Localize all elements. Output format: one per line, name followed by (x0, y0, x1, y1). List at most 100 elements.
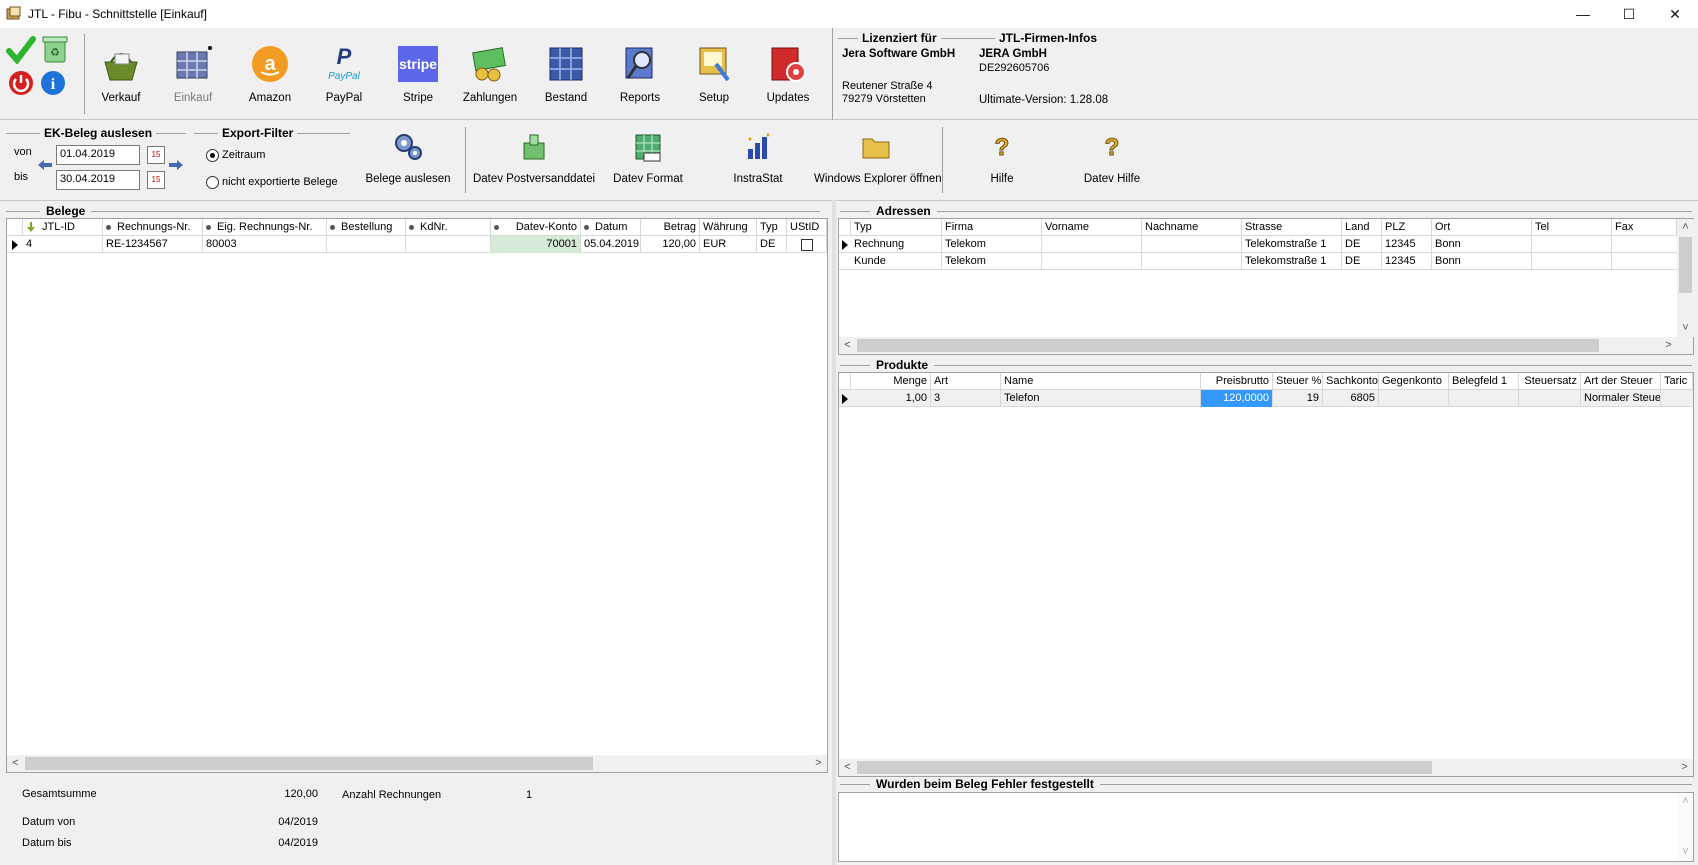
adressen-horizontal-scrollbar[interactable]: < > (839, 337, 1693, 354)
cell-datev-konto[interactable]: 70001 (491, 236, 581, 253)
close-button[interactable]: ✕ (1652, 0, 1698, 28)
windows-explorer-button[interactable]: Windows Explorer öffnen (814, 127, 942, 197)
col-strasse[interactable]: Strasse (1242, 219, 1342, 235)
col-typ[interactable]: Typ (851, 219, 942, 235)
col-nachname[interactable]: Nachname (1142, 219, 1242, 235)
col-steuer[interactable]: Steuer % (1273, 373, 1323, 389)
col-bestellung[interactable]: Bestellung (327, 219, 406, 235)
minimize-button[interactable]: — (1560, 0, 1606, 28)
toolbar-paypal-button[interactable]: P PayPal PayPal (305, 40, 383, 118)
main-toolbar: ♻ i Verkauf Einkauf a Amazon P PayPal Pay… (0, 28, 1698, 120)
table-row[interactable]: Kunde Telekom Telekomstraße 1 DE 12345 B… (839, 253, 1677, 270)
hilfe-button[interactable]: ? Hilfe (956, 127, 1048, 197)
radio-zeitraum[interactable] (206, 149, 219, 162)
scroll-left-icon[interactable]: < (7, 755, 24, 772)
scroll-down-icon[interactable]: ˅ (1677, 844, 1694, 861)
von-date-field[interactable]: 01.04.2019 (56, 145, 140, 165)
col-gegenkonto[interactable]: Gegenkonto (1379, 373, 1449, 389)
col-sachkonto[interactable]: Sachkonto (1323, 373, 1379, 389)
pane-splitter[interactable] (832, 200, 836, 865)
col-fax[interactable]: Fax (1612, 219, 1677, 235)
maximize-button[interactable]: ☐ (1606, 0, 1652, 28)
col-kdnr[interactable]: KdNr. (406, 219, 491, 235)
col-belegfeld[interactable]: Belegfeld 1 (1449, 373, 1519, 389)
belege-auslesen-button[interactable]: Belege auslesen (362, 127, 454, 197)
toolbar-zahlungen-button[interactable]: Zahlungen (451, 40, 529, 118)
col-vorname[interactable]: Vorname (1042, 219, 1142, 235)
firm-tax-id: DE292605706 (979, 62, 1050, 74)
col-menge[interactable]: Menge (851, 373, 931, 389)
fehler-vertical-scrollbar[interactable]: ˄ ˅ (1677, 793, 1693, 861)
scroll-up-icon[interactable]: ˄ (1677, 793, 1694, 810)
toolbar-stripe-button[interactable]: stripe Stripe (379, 40, 457, 118)
col-ort[interactable]: Ort (1432, 219, 1532, 235)
scroll-thumb[interactable] (25, 757, 593, 770)
adressen-vertical-scrollbar[interactable]: ˄ ˅ (1677, 219, 1694, 337)
scroll-right-icon[interactable]: > (1676, 759, 1693, 776)
col-preisbrutto[interactable]: Preisbrutto (1201, 373, 1273, 389)
produkte-horizontal-scrollbar[interactable]: < > (839, 759, 1693, 776)
toolbar-verkauf-button[interactable]: Verkauf (82, 40, 160, 118)
von-calendar-icon[interactable]: 15 (147, 146, 165, 164)
datev-format-button[interactable]: Datev Format (602, 127, 694, 197)
datev-hilfe-button[interactable]: ? Datev Hilfe (1066, 127, 1158, 197)
scroll-thumb[interactable] (1679, 237, 1692, 293)
info-icon[interactable]: i (40, 70, 66, 96)
col-betrag[interactable]: Betrag (641, 219, 700, 235)
radio-nicht-exportiert[interactable] (206, 176, 219, 189)
toolbar-bestand-button[interactable]: Bestand (527, 40, 605, 118)
table-row[interactable]: 1,00 3 Telefon 120,0000 19 6805 Normaler… (839, 390, 1693, 407)
col-firma[interactable]: Firma (942, 219, 1042, 235)
cell-art: 3 (931, 390, 1001, 407)
cell-nachname (1142, 253, 1242, 270)
table-row[interactable]: Rechnung Telekom Telekomstraße 1 DE 1234… (839, 236, 1677, 253)
fehler-textbox[interactable]: ˄ ˅ (838, 792, 1694, 862)
col-waehrung[interactable]: Währung (700, 219, 757, 235)
cell-preisbrutto[interactable]: 120,0000 (1201, 390, 1273, 407)
col-name[interactable]: Name (1001, 373, 1201, 389)
window-title: JTL - Fibu - Schnittstelle [Einkauf] (28, 7, 207, 21)
col-art[interactable]: Art (931, 373, 1001, 389)
cell-name: Telefon (1001, 390, 1201, 407)
recycle-bin-icon[interactable]: ♻ (40, 34, 70, 64)
package-icon (523, 134, 545, 160)
toolbar-amazon-button[interactable]: a Amazon (231, 40, 309, 118)
confirm-check-icon[interactable] (6, 36, 36, 64)
bis-calendar-icon[interactable]: 15 (147, 171, 165, 189)
col-typ[interactable]: Typ (757, 219, 787, 235)
bis-date-field[interactable]: 30.04.2019 (56, 170, 140, 190)
scroll-left-icon[interactable]: < (839, 759, 856, 776)
col-rechnungs-nr[interactable]: Rechnungs-Nr. (103, 219, 203, 235)
prev-month-arrow-icon[interactable] (37, 159, 53, 171)
scroll-left-icon[interactable]: < (839, 337, 856, 354)
toolbar-setup-button[interactable]: Setup (675, 40, 753, 118)
col-tel[interactable]: Tel (1532, 219, 1612, 235)
power-off-icon[interactable] (8, 70, 34, 96)
scroll-right-icon[interactable]: > (810, 755, 827, 772)
next-month-arrow-icon[interactable] (168, 159, 184, 171)
toolbar-reports-button[interactable]: Reports (601, 40, 679, 118)
col-land[interactable]: Land (1342, 219, 1382, 235)
ustid-checkbox[interactable] (800, 239, 813, 251)
belege-horizontal-scrollbar[interactable]: < > (7, 755, 827, 772)
col-datum[interactable]: Datum (581, 219, 641, 235)
col-jtl-id[interactable]: JTL-ID (23, 219, 103, 235)
scroll-thumb[interactable] (857, 339, 1599, 352)
instrastat-button[interactable]: InstraStat (712, 127, 804, 197)
paypal-logo-icon: P PayPal (328, 44, 360, 82)
scroll-down-icon[interactable]: ˅ (1677, 320, 1694, 337)
col-datev-konto[interactable]: Datev-Konto (491, 219, 581, 235)
scroll-thumb[interactable] (857, 761, 1432, 774)
col-eig-rechnungs-nr[interactable]: Eig. Rechnungs-Nr. (203, 219, 327, 235)
col-ustid[interactable]: UStID (787, 219, 827, 235)
scroll-up-icon[interactable]: ˄ (1677, 219, 1694, 236)
table-row[interactable]: 4 RE-1234567 80003 70001 05.04.2019 120,… (7, 236, 827, 253)
col-taric[interactable]: Taric (1661, 373, 1693, 389)
col-art-der-steuer[interactable]: Art der Steuer (1581, 373, 1661, 389)
toolbar-updates-button[interactable]: Updates (749, 40, 827, 118)
col-steuersatz[interactable]: Steuersatz (1519, 373, 1581, 389)
toolbar-einkauf-button[interactable]: Einkauf (154, 40, 232, 118)
scroll-right-icon[interactable]: > (1660, 337, 1677, 354)
col-plz[interactable]: PLZ (1382, 219, 1432, 235)
datev-postversand-button[interactable]: Datev Postversanddatei (472, 127, 596, 197)
